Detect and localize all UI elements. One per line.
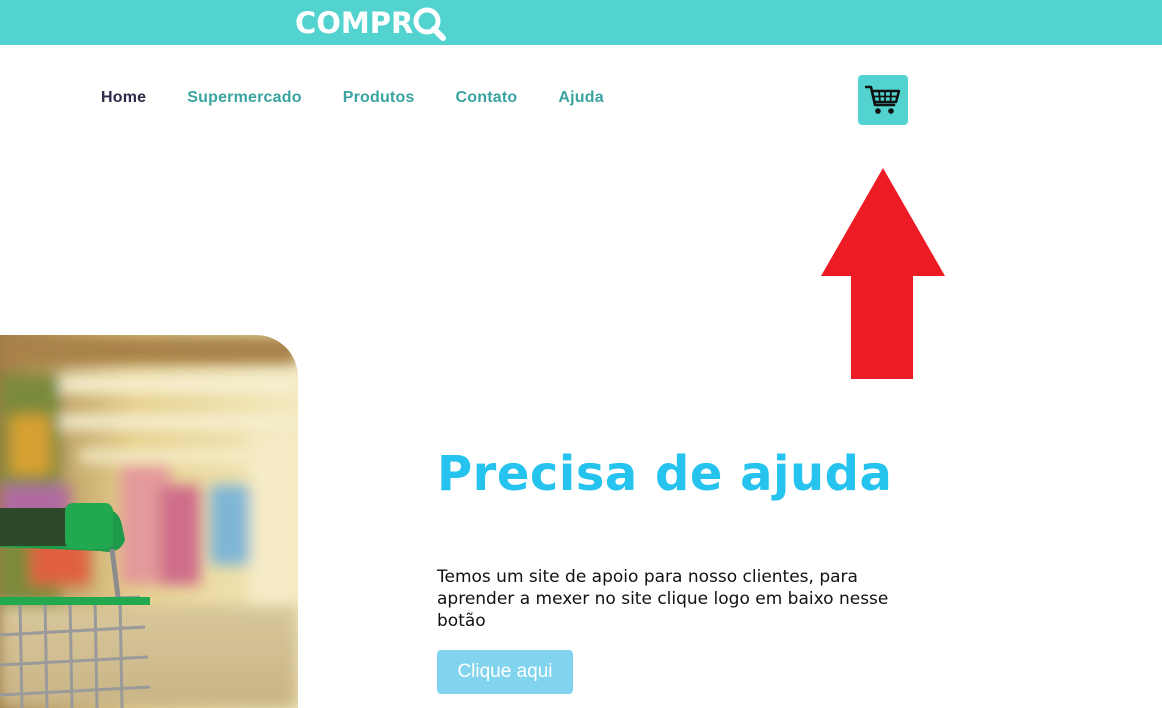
supermarket-cart-photo (0, 335, 298, 708)
logo-text: COMPR (295, 6, 414, 40)
magnifier-icon (413, 7, 447, 41)
nav-home[interactable]: Home (101, 89, 146, 107)
top-bar: COMPR (0, 0, 1162, 45)
nav-contato[interactable]: Contato (456, 89, 518, 107)
nav-supermercado[interactable]: Supermercado (187, 89, 301, 107)
logo[interactable]: COMPR (295, 5, 447, 41)
click-here-button[interactable]: Clique aqui (437, 650, 573, 694)
help-description: Temos um site de apoio para nosso client… (437, 567, 889, 631)
cart-button[interactable] (858, 75, 908, 125)
nav-produtos[interactable]: Produtos (343, 89, 415, 107)
main-nav: Home Supermercado Produtos Contato Ajuda (101, 89, 645, 107)
help-title: Precisa de ajuda (437, 446, 893, 502)
nav-ajuda[interactable]: Ajuda (558, 89, 603, 107)
red-up-arrow-icon (821, 168, 945, 379)
shopping-cart-icon (865, 85, 901, 114)
